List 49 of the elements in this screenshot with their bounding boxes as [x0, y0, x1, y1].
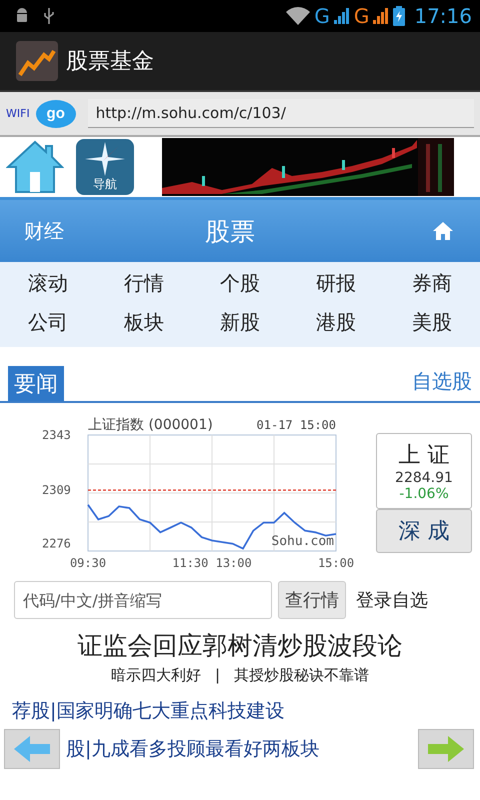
network-type-label: G [354, 6, 370, 26]
home-icon[interactable] [432, 221, 454, 241]
chart-timestamp: 01-17 15:00 [256, 418, 336, 432]
x-tick-label: 11:30 13:00 [172, 556, 252, 570]
headline[interactable]: 证监会回应郭树清炒股波段论 [0, 629, 480, 662]
x-tick-label: 15:00 [318, 556, 354, 570]
separator: | [214, 666, 220, 685]
quote-button[interactable]: 查行情 [278, 581, 346, 619]
index-tab[interactable]: 上 证 2284.91 -1.06% [376, 433, 472, 509]
watermark-label: Sohu.com [271, 534, 334, 549]
y-tick-label: 2309 [42, 483, 71, 498]
network-type-label: G [314, 6, 330, 26]
login-watchlist-link[interactable]: 登录自选 [356, 588, 428, 612]
index-tab[interactable]: 深 成 [376, 509, 472, 553]
category-link[interactable]: 新股 [192, 309, 288, 336]
navigation-button[interactable]: 导航 [76, 139, 134, 195]
category-link[interactable]: 公司 [0, 309, 96, 336]
android-icon [14, 7, 30, 25]
app-logo-icon [16, 41, 58, 81]
y-tick-label: 2343 [42, 428, 71, 442]
stock-search-field[interactable]: 代码/中文/拼音缩写 [14, 581, 272, 619]
category-link[interactable]: 券商 [384, 270, 480, 297]
subheadline[interactable]: 其授炒股秘诀不靠谱 [234, 666, 370, 685]
news-link[interactable]: 荐股|国家明确七大重点科技建设 [12, 698, 284, 724]
x-tick-label: 09:30 [70, 556, 106, 570]
category-link[interactable]: 港股 [288, 309, 384, 336]
category-link[interactable]: 研报 [288, 270, 384, 297]
category-link[interactable]: 滚动 [0, 270, 96, 297]
signal-icon [332, 7, 351, 25]
signal-icon [372, 7, 390, 25]
wifi-icon [285, 6, 312, 26]
usb-icon [43, 7, 55, 25]
wifi-label: WIFI [6, 107, 30, 120]
category-link[interactable]: 板块 [96, 309, 192, 336]
subheadline[interactable]: 暗示四大利好 [110, 666, 201, 685]
watchlist-link[interactable]: 自选股 [412, 368, 472, 401]
chart-title: 上证指数 (000001) [88, 417, 213, 433]
app-title: 股票基金 [66, 48, 154, 76]
y-tick-label: 2276 [42, 536, 71, 551]
url-field[interactable]: http://m.sohu.com/c/103/ [88, 99, 474, 128]
section-tab[interactable]: 要闻 [8, 366, 64, 401]
category-link[interactable]: 个股 [192, 270, 288, 297]
battery-icon [393, 6, 406, 26]
page-title: 股票 [204, 216, 256, 248]
clock: 17:16 [414, 4, 472, 28]
category-link[interactable]: 行情 [96, 270, 192, 297]
home-icon[interactable] [6, 140, 64, 194]
news-link[interactable]: 股|九成看多投顾最看好两板块 [66, 736, 320, 762]
category-link[interactable]: 美股 [384, 309, 480, 336]
